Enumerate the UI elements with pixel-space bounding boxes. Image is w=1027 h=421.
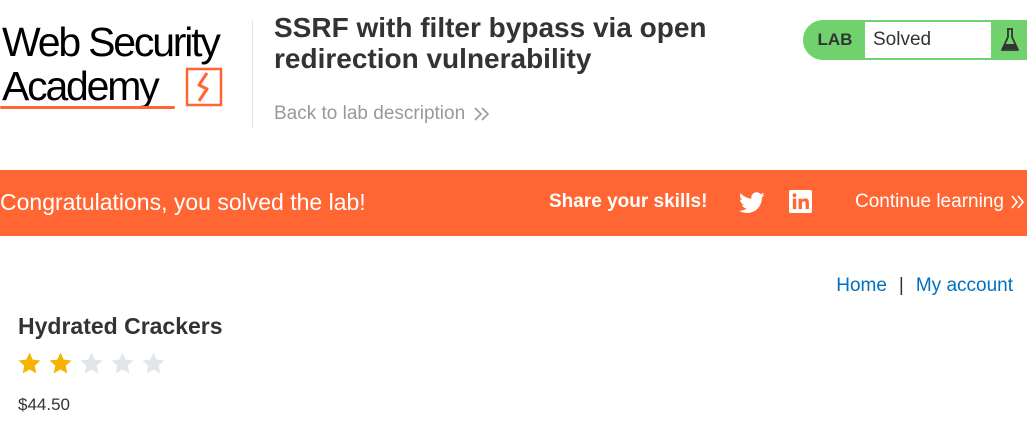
status-icon-box (991, 22, 1027, 58)
twitter-icon[interactable] (739, 191, 765, 215)
continue-learning-link[interactable]: Continue learning (855, 191, 1026, 213)
congratulations-message: Congratulations, you solved the lab! (0, 189, 366, 215)
product-rating (17, 351, 166, 376)
star-icon (142, 352, 165, 374)
lab-status-widget: LAB Solved (803, 20, 1027, 60)
lab-status-text: Solved (865, 22, 991, 58)
logo-underline (0, 106, 175, 109)
web-security-academy-logo[interactable]: Web Security Academy (0, 14, 250, 114)
star-icon (111, 352, 134, 374)
logo-mark-icon (185, 67, 223, 107)
chevron-double-right-icon (474, 107, 490, 121)
lab-status-label: LAB (805, 22, 865, 58)
page-header: Web Security Academy SSRF with filter by… (0, 0, 1027, 170)
linkedin-icon[interactable] (789, 190, 812, 213)
logo-text-line2: Academy (2, 63, 160, 109)
product-name: Hydrated Crackers (18, 313, 223, 339)
share-skills-label: Share your skills! (549, 191, 708, 212)
product-price: $44.50 (18, 395, 70, 414)
nav-separator: | (898, 275, 904, 296)
header-divider (252, 20, 253, 128)
chevron-double-right-icon (1011, 195, 1024, 209)
continue-learning-label: Continue learning (855, 191, 1004, 212)
star-icon (49, 352, 72, 374)
lab-title: SSRF with filter bypass via open redirec… (274, 12, 707, 74)
back-to-lab-description-link[interactable]: Back to lab description (274, 103, 491, 125)
my-account-link[interactable]: My account (916, 275, 1013, 297)
flask-icon (1001, 28, 1019, 51)
logo-text-line1: Web Security (2, 19, 221, 65)
solved-banner: Congratulations, you solved the lab! Sha… (0, 170, 1027, 236)
star-icon (18, 352, 41, 374)
back-link-label: Back to lab description (274, 103, 466, 124)
star-icon (80, 352, 103, 374)
home-link[interactable]: Home (836, 275, 887, 297)
account-nav: Home | My account (836, 275, 1013, 297)
